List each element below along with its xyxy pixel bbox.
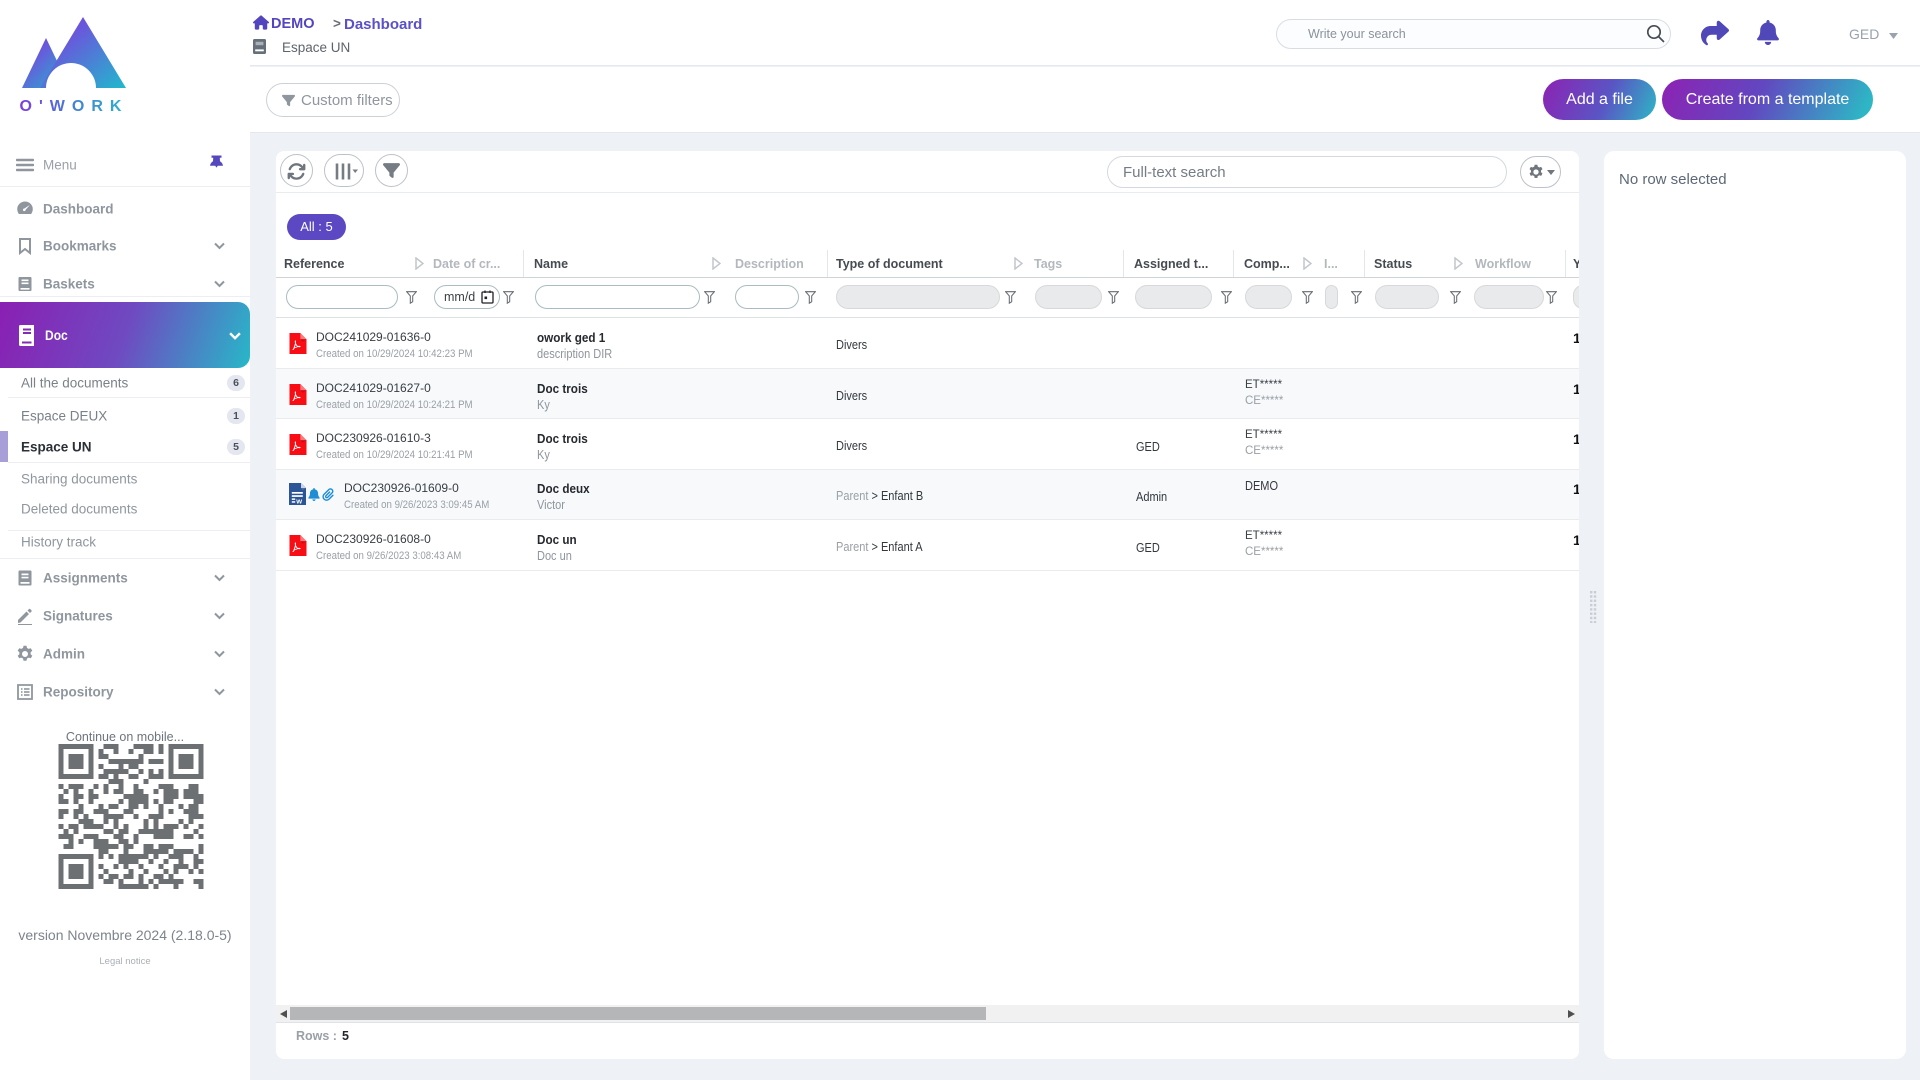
svg-text:O'WORK: O'WORK <box>20 98 127 113</box>
svg-text:w: w <box>295 496 302 505</box>
